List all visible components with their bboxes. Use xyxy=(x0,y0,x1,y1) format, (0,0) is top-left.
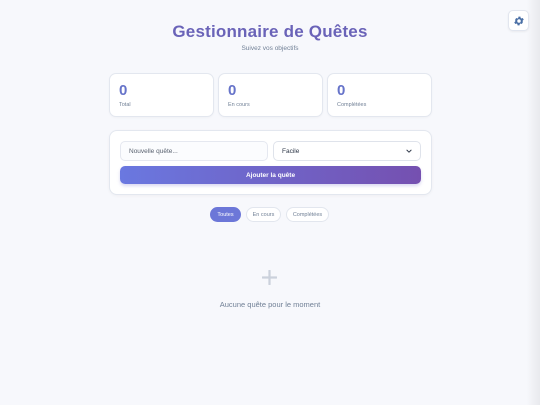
stat-card-total: 0 Total xyxy=(109,73,214,117)
difficulty-select[interactable]: Facile xyxy=(273,141,421,161)
stat-label: Total xyxy=(119,102,131,108)
filter-tabs: Toutes En cours Complétées xyxy=(0,207,540,223)
page-subtitle: Suivez vos objectifs xyxy=(241,45,299,52)
add-quest-form: Facile Ajouter la quête xyxy=(109,130,432,195)
stat-value: 0 xyxy=(228,82,237,99)
filter-in-progress[interactable]: En cours xyxy=(246,207,281,222)
stat-label: Complétées xyxy=(337,102,367,108)
filter-completed[interactable]: Complétées xyxy=(286,207,329,222)
stat-value: 0 xyxy=(337,82,346,99)
chevron-down-icon xyxy=(406,149,412,153)
stat-card-completed: 0 Complétées xyxy=(327,73,432,117)
empty-state-text: Aucune quête pour le moment xyxy=(219,300,321,309)
stats-row: 0 Total 0 En cours 0 Complétées xyxy=(109,73,432,117)
quest-input[interactable] xyxy=(120,141,268,161)
page-title: Gestionnaire de Quêtes xyxy=(172,22,368,41)
filter-all[interactable]: Toutes xyxy=(210,207,241,222)
stat-value: 0 xyxy=(119,82,128,99)
plus-icon xyxy=(262,270,277,285)
add-quest-button[interactable]: Ajouter la quête xyxy=(120,166,421,184)
scrollbar-shadow xyxy=(526,0,540,405)
stat-card-in-progress: 0 En cours xyxy=(218,73,323,117)
difficulty-selected-value: Facile xyxy=(282,147,300,155)
stat-label: En cours xyxy=(228,102,250,108)
